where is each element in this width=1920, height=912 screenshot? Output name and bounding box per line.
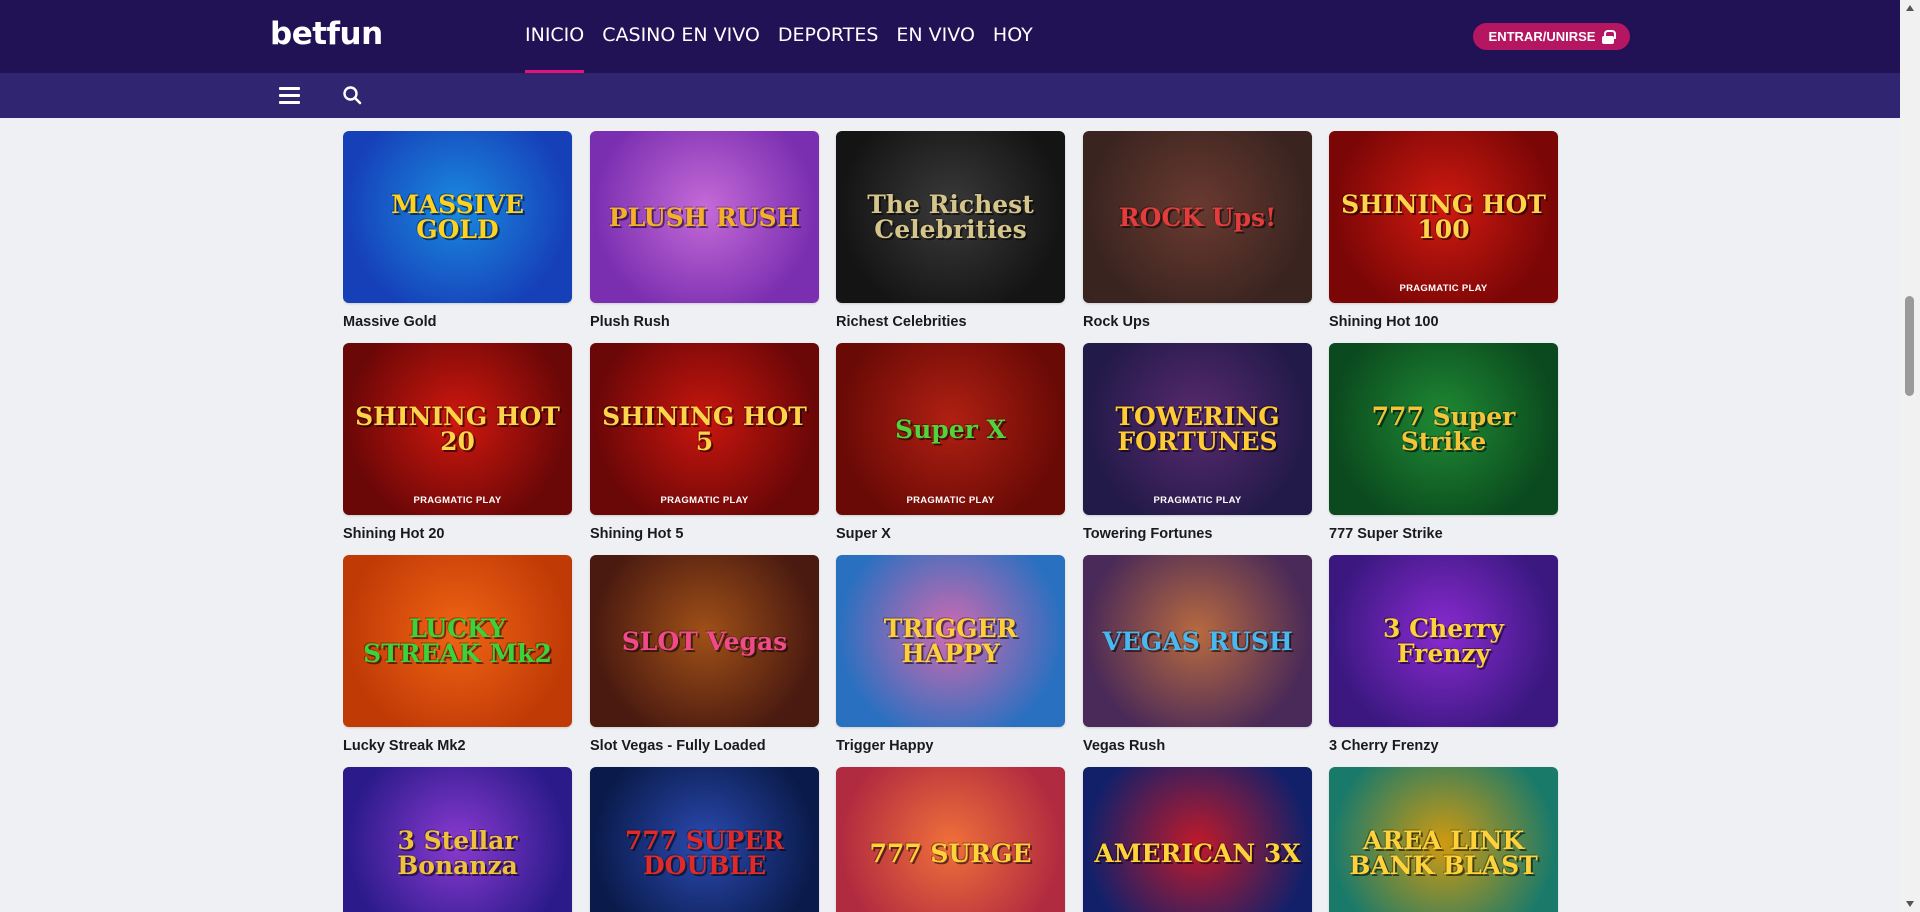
game-thumbnail[interactable]: 777 Super Strike: [1329, 343, 1558, 515]
game-card[interactable]: 777 SUPER DOUBLE: [590, 767, 819, 912]
nav-en-vivo[interactable]: EN VIVO: [896, 0, 974, 73]
game-title[interactable]: Shining Hot 5: [590, 526, 819, 542]
game-card[interactable]: TRIGGER HAPPY Trigger Happy: [836, 555, 1065, 754]
game-thumbnail-art-text: 777 Super Strike: [1371, 402, 1516, 456]
scroll-down-arrow-icon[interactable]: [1905, 899, 1915, 909]
game-thumbnail[interactable]: 3 Stellar Bonanza: [343, 767, 572, 912]
game-card[interactable]: TOWERING FORTUNES PRAGMATIC PLAY Towering …: [1083, 343, 1312, 542]
game-title[interactable]: Shining Hot 20: [343, 526, 572, 542]
scrollbar-thumb[interactable]: [1905, 296, 1914, 396]
game-thumbnail-art-text: 777 SUPER DOUBLE: [624, 826, 785, 880]
game-card[interactable]: SHINING HOT 5 PRAGMATIC PLAY Shining Hot 5: [590, 343, 819, 542]
game-title[interactable]: Richest Celebrities: [836, 314, 1065, 330]
game-thumbnail[interactable]: MASSIVE GOLD: [343, 131, 572, 303]
login-join-button[interactable]: ENTRAR/UNIRSE: [1473, 23, 1630, 50]
game-thumbnail-art-text: TRIGGER HAPPY: [883, 614, 1018, 668]
game-thumbnail[interactable]: AREA LINK BANK BLAST: [1329, 767, 1558, 912]
game-card[interactable]: Super X PRAGMATIC PLAY Super X: [836, 343, 1065, 542]
game-thumbnail[interactable]: Super X PRAGMATIC PLAY: [836, 343, 1065, 515]
game-title[interactable]: 3 Cherry Frenzy: [1329, 738, 1558, 754]
game-title[interactable]: Massive Gold: [343, 314, 572, 330]
game-card[interactable]: PLUSH RUSH Plush Rush: [590, 131, 819, 330]
game-thumbnail[interactable]: TOWERING FORTUNES PRAGMATIC PLAY: [1083, 343, 1312, 515]
top-navbar: betfun INICIO CASINO EN VIVO DEPORTES EN…: [0, 0, 1900, 73]
game-title[interactable]: Trigger Happy: [836, 738, 1065, 754]
game-thumbnail[interactable]: 777 SURGE: [836, 767, 1065, 912]
game-thumbnail-art-text: Super X: [895, 414, 1006, 444]
game-thumbnail-art-text: 3 Cherry Frenzy: [1383, 614, 1504, 668]
game-thumbnail-art-text: VEGAS RUSH: [1102, 626, 1293, 656]
game-provider-label: PRAGMATIC PLAY: [413, 495, 502, 506]
secondary-toolbar: [0, 73, 1900, 118]
game-thumbnail-art-text: SHINING HOT 100: [1341, 190, 1546, 244]
game-grid: MASSIVE GOLD Massive Gold PLUSH RUSH Plush …: [343, 131, 1559, 912]
hamburger-menu-icon[interactable]: [279, 87, 300, 104]
game-thumbnail[interactable]: PLUSH RUSH: [590, 131, 819, 303]
game-provider-label: PRAGMATIC PLAY: [1153, 495, 1242, 506]
game-thumbnail-art-text: LUCKY STREAK Mk2: [363, 614, 552, 668]
game-card[interactable]: SHINING HOT 100 PRAGMATIC PLAY Shining Hot…: [1329, 131, 1558, 330]
game-title[interactable]: Vegas Rush: [1083, 738, 1312, 754]
game-card[interactable]: AREA LINK BANK BLAST: [1329, 767, 1558, 912]
game-thumbnail[interactable]: VEGAS RUSH: [1083, 555, 1312, 727]
main-nav: INICIO CASINO EN VIVO DEPORTES EN VIVO H…: [525, 0, 1051, 73]
game-thumbnail[interactable]: SHINING HOT 20 PRAGMATIC PLAY: [343, 343, 572, 515]
game-card[interactable]: 3 Cherry Frenzy 3 Cherry Frenzy: [1329, 555, 1558, 754]
game-thumbnail-art-text: PLUSH RUSH: [608, 202, 801, 232]
game-card[interactable]: VEGAS RUSH Vegas Rush: [1083, 555, 1312, 754]
game-card[interactable]: SHINING HOT 20 PRAGMATIC PLAY Shining Hot …: [343, 343, 572, 542]
game-thumbnail-art-text: TOWERING FORTUNES: [1115, 402, 1280, 456]
game-card[interactable]: ROCK Ups! Rock Ups: [1083, 131, 1312, 330]
game-thumbnail[interactable]: 3 Cherry Frenzy: [1329, 555, 1558, 727]
search-icon[interactable]: [342, 85, 362, 105]
game-title[interactable]: Super X: [836, 526, 1065, 542]
game-thumbnail[interactable]: AMERICAN 3X: [1083, 767, 1312, 912]
game-card[interactable]: 3 Stellar Bonanza: [343, 767, 572, 912]
betfun-logo[interactable]: betfun: [270, 16, 383, 52]
login-join-label: ENTRAR/UNIRSE: [1488, 29, 1596, 44]
game-thumbnail-art-text: The Richest Celebrities: [867, 190, 1034, 244]
nav-inicio[interactable]: INICIO: [525, 0, 585, 73]
game-title[interactable]: 777 Super Strike: [1329, 526, 1558, 542]
game-thumbnail-art-text: 3 Stellar Bonanza: [397, 826, 518, 880]
scrollbar-track[interactable]: [1900, 0, 1920, 912]
game-thumbnail-art-text: SLOT Vegas: [621, 626, 788, 656]
game-card[interactable]: AMERICAN 3X: [1083, 767, 1312, 912]
game-card[interactable]: 777 SURGE: [836, 767, 1065, 912]
game-title[interactable]: Rock Ups: [1083, 314, 1312, 330]
game-title[interactable]: Plush Rush: [590, 314, 819, 330]
game-thumbnail[interactable]: SHINING HOT 100 PRAGMATIC PLAY: [1329, 131, 1558, 303]
game-thumbnail-art-text: SHINING HOT 20: [355, 402, 560, 456]
game-thumbnail-art-text: SHINING HOT 5: [602, 402, 807, 456]
game-card[interactable]: LUCKY STREAK Mk2 Lucky Streak Mk2: [343, 555, 572, 754]
game-card[interactable]: MASSIVE GOLD Massive Gold: [343, 131, 572, 330]
scroll-up-arrow-icon[interactable]: [1905, 3, 1915, 13]
game-thumbnail[interactable]: SHINING HOT 5 PRAGMATIC PLAY: [590, 343, 819, 515]
game-thumbnail[interactable]: TRIGGER HAPPY: [836, 555, 1065, 727]
nav-deportes[interactable]: DEPORTES: [778, 0, 879, 73]
game-thumbnail-art-text: ROCK Ups!: [1118, 202, 1277, 232]
game-provider-label: PRAGMATIC PLAY: [660, 495, 749, 506]
game-thumbnail-art-text: AMERICAN 3X: [1094, 838, 1301, 868]
nav-hoy[interactable]: HOY: [993, 0, 1033, 73]
game-thumbnail[interactable]: ROCK Ups!: [1083, 131, 1312, 303]
game-title[interactable]: Lucky Streak Mk2: [343, 738, 572, 754]
game-title[interactable]: Shining Hot 100: [1329, 314, 1558, 330]
game-thumbnail-art-text: AREA LINK BANK BLAST: [1349, 826, 1538, 880]
game-title[interactable]: Slot Vegas - Fully Loaded: [590, 738, 819, 754]
game-provider-label: PRAGMATIC PLAY: [1399, 283, 1488, 294]
game-card[interactable]: The Richest Celebrities Richest Celebriti…: [836, 131, 1065, 330]
game-provider-label: PRAGMATIC PLAY: [906, 495, 995, 506]
game-thumbnail-art-text: MASSIVE GOLD: [391, 190, 524, 244]
game-thumbnail[interactable]: The Richest Celebrities: [836, 131, 1065, 303]
game-thumbnail[interactable]: LUCKY STREAK Mk2: [343, 555, 572, 727]
nav-casino-en-vivo[interactable]: CASINO EN VIVO: [602, 0, 760, 73]
lock-icon: [1602, 29, 1617, 44]
game-thumbnail[interactable]: SLOT Vegas: [590, 555, 819, 727]
game-thumbnail[interactable]: 777 SUPER DOUBLE: [590, 767, 819, 912]
game-thumbnail-art-text: 777 SURGE: [869, 838, 1032, 868]
game-card[interactable]: 777 Super Strike 777 Super Strike: [1329, 343, 1558, 542]
game-card[interactable]: SLOT Vegas Slot Vegas - Fully Loaded: [590, 555, 819, 754]
game-title[interactable]: Towering Fortunes: [1083, 526, 1312, 542]
